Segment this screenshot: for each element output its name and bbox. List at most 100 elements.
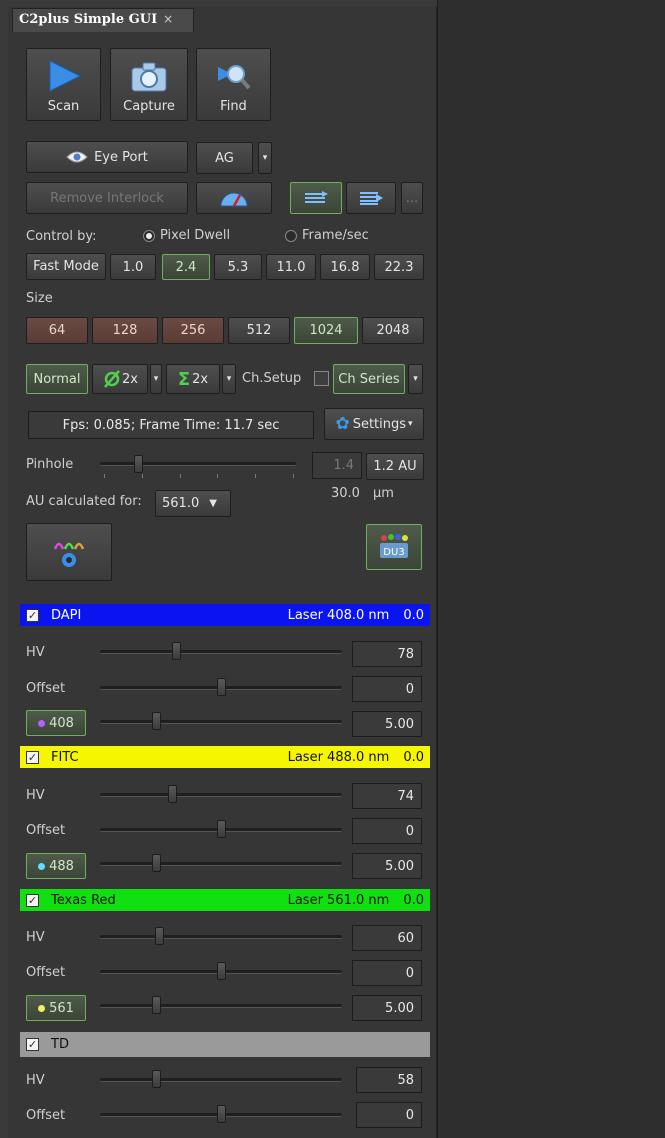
laser-line-button[interactable]: 408: [26, 710, 86, 736]
offset-slider-thumb[interactable]: [217, 1105, 226, 1123]
tab-title: C2plus Simple GUI: [19, 12, 158, 27]
scan-button[interactable]: Scan: [26, 48, 101, 121]
du3-button[interactable]: DU3: [366, 524, 422, 570]
hv-label: HV: [26, 1073, 45, 1088]
channel-checkbox[interactable]: ✓: [26, 608, 39, 622]
size-option: 2048: [376, 323, 410, 338]
normal-mode-button[interactable]: Normal: [26, 364, 88, 394]
hv-slider-thumb[interactable]: [168, 785, 177, 803]
pinhole-value: 1.4: [333, 458, 354, 473]
hv-slider-thumb[interactable]: [155, 927, 164, 945]
average-button[interactable]: 2x: [92, 364, 148, 394]
more-button[interactable]: ...: [401, 182, 423, 214]
laser-power-field[interactable]: 5.00: [352, 995, 422, 1021]
bidirectional-scan-button[interactable]: [346, 182, 396, 214]
laser-power-slider-track[interactable]: [100, 720, 342, 724]
channel-checkbox[interactable]: ✓: [26, 893, 39, 907]
laser-line: 488: [49, 858, 74, 874]
size-button-selected[interactable]: 1024: [294, 317, 358, 344]
hv-field[interactable]: 78: [352, 641, 422, 667]
laser-power-slider-thumb[interactable]: [152, 712, 161, 730]
offset-field[interactable]: 0: [356, 1102, 422, 1128]
pinhole-label: Pinhole: [26, 457, 74, 472]
sum-dropdown[interactable]: ▾: [222, 364, 236, 394]
offset-field[interactable]: 0: [352, 960, 422, 986]
panel-tab[interactable]: C2plus Simple GUI ×: [12, 8, 194, 32]
average-dropdown[interactable]: ▾: [150, 364, 162, 394]
hv-slider-track[interactable]: [100, 935, 342, 939]
tab-close-icon[interactable]: ×: [163, 12, 173, 26]
chevron-down-icon: ▾: [153, 374, 159, 384]
offset-field[interactable]: 0: [352, 818, 422, 844]
ch-series-button[interactable]: Ch Series: [333, 364, 405, 394]
remove-interlock-button[interactable]: Remove Interlock: [26, 182, 188, 214]
pixel-dwell-radio[interactable]: Pixel Dwell: [143, 228, 230, 243]
hv-field[interactable]: 74: [352, 783, 422, 809]
offset-value: 0: [405, 823, 414, 839]
offset-slider-thumb[interactable]: [217, 678, 226, 696]
hv-value: 60: [397, 930, 414, 946]
fast-mode-button[interactable]: Fast Mode: [26, 253, 106, 280]
settings-button[interactable]: ✿ Settings ▾: [324, 408, 424, 440]
sum-button[interactable]: Σ 2x: [166, 364, 220, 394]
size-button[interactable]: 256: [162, 317, 224, 344]
scan-direction-button[interactable]: [290, 182, 342, 214]
remove-interlock-label: Remove Interlock: [50, 190, 164, 206]
gauge-button[interactable]: [196, 182, 272, 214]
au-calc-dropdown[interactable]: 561.0 ▼: [155, 490, 231, 517]
channel-header-fitc: ✓ FITC Laser 488.0 nm 0.0: [20, 746, 430, 768]
speed-button[interactable]: 5.3: [214, 254, 262, 280]
control-by-label: Control by:: [26, 229, 97, 244]
channel-name: FITC: [51, 749, 79, 765]
pinhole-value-field[interactable]: 1.4: [312, 452, 362, 479]
speed-button[interactable]: 1.0: [110, 254, 156, 280]
offset-slider-thumb[interactable]: [217, 820, 226, 838]
laser-power-slider-track[interactable]: [100, 1004, 342, 1008]
hv-slider-thumb[interactable]: [152, 1070, 161, 1088]
speed-button-selected[interactable]: 2.4: [162, 254, 210, 280]
camera-icon: [131, 62, 167, 92]
hv-slider-track[interactable]: [100, 1078, 342, 1082]
size-button[interactable]: 2048: [362, 317, 424, 344]
size-button[interactable]: 64: [26, 317, 88, 344]
bidirectional-scan-icon: [360, 192, 383, 205]
offset-value: 0: [405, 965, 414, 981]
ch-setup-checkbox[interactable]: [314, 371, 329, 386]
laser-power-slider-track[interactable]: [100, 862, 342, 866]
ag-dropdown[interactable]: ▾: [258, 142, 272, 174]
laser-power-slider-thumb[interactable]: [152, 996, 161, 1014]
chevron-down-icon: ▾: [413, 374, 418, 384]
pinhole-slider-thumb[interactable]: [134, 455, 143, 473]
laser-power-slider-thumb[interactable]: [152, 854, 161, 872]
capture-button[interactable]: Capture: [110, 48, 188, 121]
hv-slider-track[interactable]: [100, 793, 342, 797]
size-button[interactable]: 128: [92, 317, 158, 344]
find-button[interactable]: Find: [196, 48, 271, 121]
pinhole-slider-track[interactable]: [100, 462, 296, 466]
laser-line-button[interactable]: 488: [26, 853, 86, 879]
hv-slider-thumb[interactable]: [172, 642, 181, 660]
offset-field[interactable]: 0: [352, 676, 422, 702]
offset-label: Offset: [26, 681, 66, 696]
speed-button[interactable]: 11.0: [266, 254, 316, 280]
hv-field[interactable]: 60: [352, 925, 422, 951]
channel-checkbox[interactable]: ✓: [26, 1038, 39, 1051]
channel-checkbox[interactable]: ✓: [26, 750, 39, 764]
size-button[interactable]: 512: [228, 317, 290, 344]
ag-button[interactable]: AG: [196, 142, 253, 174]
hv-field[interactable]: 58: [356, 1067, 422, 1093]
laser-power-field[interactable]: 5.00: [352, 853, 422, 879]
ch-series-dropdown[interactable]: ▾: [408, 364, 423, 394]
offset-slider-thumb[interactable]: [217, 962, 226, 980]
du3-icon: DU3: [380, 534, 408, 558]
laser-power-field[interactable]: 5.00: [352, 711, 422, 737]
eye-port-button[interactable]: Eye Port: [26, 141, 188, 173]
hv-slider-track[interactable]: [100, 650, 342, 654]
optical-config-button[interactable]: [26, 523, 112, 581]
frame-sec-radio[interactable]: Frame/sec: [285, 228, 369, 243]
pinhole-au-button[interactable]: 1.2 AU: [366, 453, 424, 480]
laser-line-button[interactable]: 561: [26, 995, 86, 1021]
speed-button[interactable]: 16.8: [320, 254, 370, 280]
channel-header-dapi: ✓ DAPI Laser 408.0 nm 0.0: [20, 604, 430, 626]
speed-button[interactable]: 22.3: [374, 254, 424, 280]
